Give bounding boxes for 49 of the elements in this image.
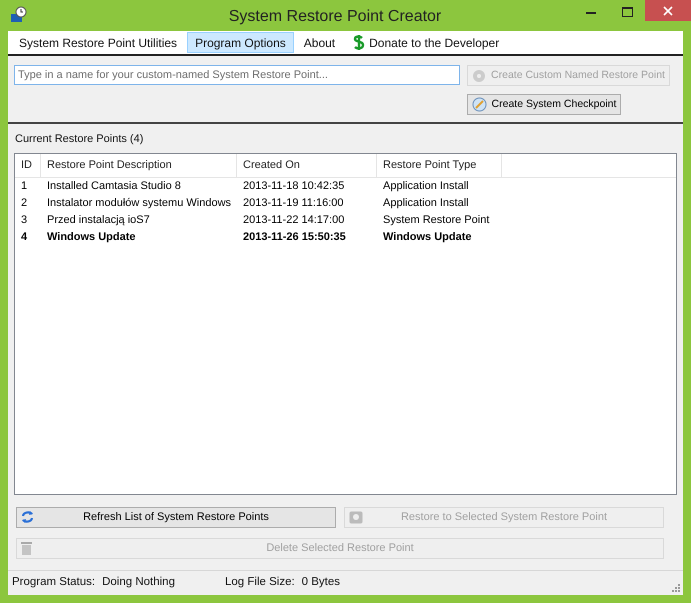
table-cell-text: Windows Update <box>382 230 473 245</box>
table-row[interactable]: 3 Przed instalacją ioS7 2013-11-22 14:17:00 System Restore Point <box>15 212 676 228</box>
menu-item[interactable]: Program Options <box>187 32 294 53</box>
window-title: System Restore Point Creator <box>228 7 442 27</box>
app-icon <box>10 6 28 24</box>
table-cell-text: 1 <box>20 178 28 194</box>
table-cell-text: Przed instalacją ioS7 <box>46 212 151 228</box>
maximize-icon[interactable] <box>622 7 633 17</box>
log-size-label: Log File Size: <box>224 575 295 590</box>
table-row[interactable]: 2 Instalator modułów systemu Windows 2013-11-19 11:16:00 Application Install <box>15 194 676 212</box>
donate-menu-item[interactable]: Donate to the Developer <box>345 32 508 53</box>
section-label: Current Restore Points (4) <box>14 132 144 147</box>
status-value: Doing Nothing <box>102 575 175 590</box>
table-row[interactable]: 4 Windows Update 2013-11-26 15:50:35 Windows Update <box>15 228 676 246</box>
table-cell-text: 2013-11-19 11:16:00 <box>242 196 345 211</box>
table-row[interactable]: 1 Installed Camtasia Studio 8 2013-11-18 10:42:35 Application Install <box>15 178 676 194</box>
column-header[interactable]: Restore Point Description <box>41 154 237 176</box>
table-cell-text: Installed Camtasia Studio 8 <box>46 178 182 194</box>
refresh-button[interactable]: Refresh List of System Restore Points <box>16 506 336 528</box>
menu-item[interactable]: System Restore Point Utilities <box>11 32 186 53</box>
table-cell-text: 2 <box>20 196 28 211</box>
column-header[interactable]: Created On <box>237 154 377 176</box>
disc-icon <box>472 68 486 82</box>
status-label: Program Status: <box>12 575 96 590</box>
close-button[interactable] <box>645 0 691 21</box>
table-cell-text: 2013-11-18 10:42:35 <box>242 178 346 194</box>
column-header[interactable]: Restore Point Type <box>377 154 502 176</box>
resize-grip-icon[interactable] <box>670 582 680 592</box>
dollar-icon <box>353 34 366 51</box>
minimize-icon[interactable] <box>586 12 596 15</box>
table-cell-text: 3 <box>20 212 28 228</box>
table-cell-text: 2013-11-26 15:50:35 <box>242 230 347 245</box>
create-checkpoint-button[interactable]: Create System Checkpoint <box>467 94 621 115</box>
table-cell-text: Instalator modułów systemu Windows <box>46 196 232 211</box>
close-icon <box>663 6 673 16</box>
table-cell-text: Application Install <box>382 178 470 194</box>
disc-icon <box>472 97 487 112</box>
table-cell-text: System Restore Point <box>382 212 490 228</box>
table-cell-text: 2013-11-22 14:17:00 <box>242 212 346 228</box>
restore-point-name-field[interactable]: Type in a name for your custom-named System Restore Point... <box>14 65 460 85</box>
table-cell-text: 4 <box>20 230 28 245</box>
trash-icon <box>21 541 32 555</box>
drive-icon <box>349 510 363 524</box>
table-cell-text: Windows Update <box>46 230 137 245</box>
table-cell-text: Application Install <box>382 196 470 211</box>
refresh-icon <box>21 510 34 524</box>
menu-item[interactable]: About <box>296 32 344 53</box>
column-header[interactable]: ID <box>15 154 41 176</box>
log-size-value: 0 Bytes <box>302 575 340 590</box>
